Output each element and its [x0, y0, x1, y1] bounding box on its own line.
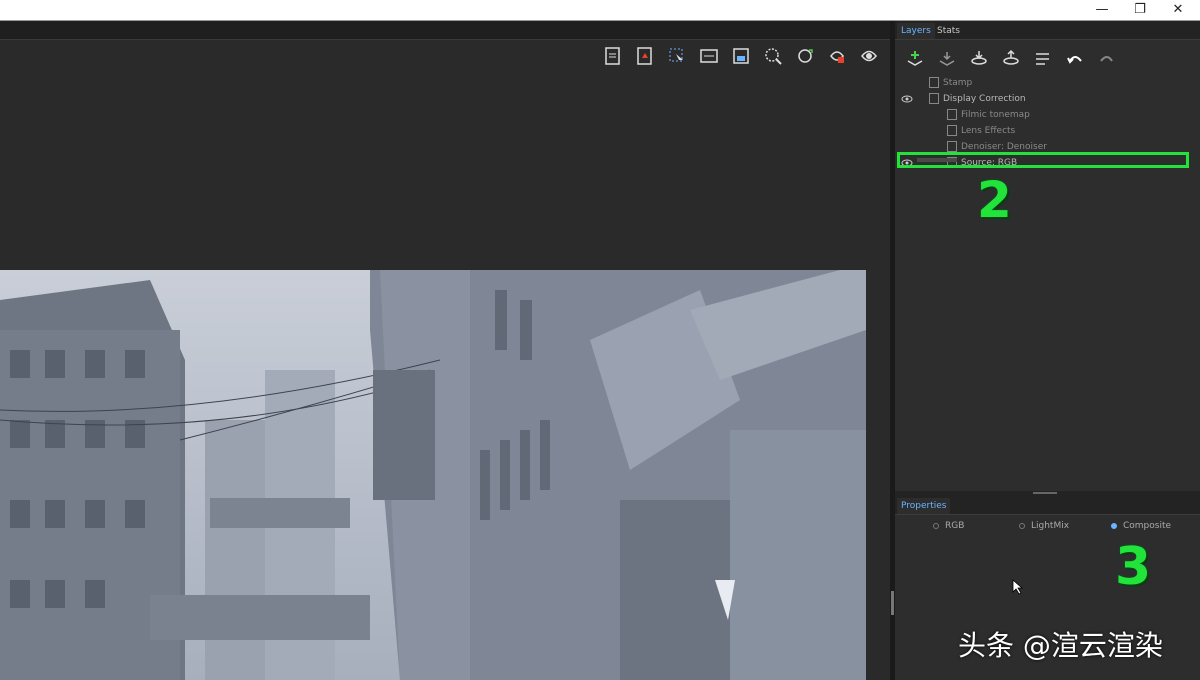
- layer-row-lens-effects[interactable]: Lens Effects: [895, 123, 1195, 139]
- render-icon[interactable]: [856, 43, 882, 69]
- viewport-toolbar: [600, 43, 882, 69]
- eye-icon[interactable]: [901, 94, 913, 104]
- radio-label: RGB: [945, 521, 965, 531]
- refresh-region-icon[interactable]: [792, 43, 818, 69]
- layers-toolbar: [903, 47, 1119, 71]
- tab-layers[interactable]: Layers: [897, 23, 935, 39]
- splitter-grip[interactable]: [891, 591, 894, 615]
- layer-row-stamp[interactable]: Stamp: [895, 75, 1195, 91]
- zoom-region-icon[interactable]: [760, 43, 786, 69]
- layers-panel: Layers Stats Stamp Display Correction Fi…: [895, 21, 1200, 680]
- load-layers-icon[interactable]: [967, 47, 991, 71]
- render-viewport: [0, 21, 890, 680]
- layer-name: Display Correction: [943, 94, 1026, 104]
- tab-stats[interactable]: Stats: [933, 23, 964, 39]
- layer-name: Stamp: [943, 78, 973, 88]
- divider-grip[interactable]: [1033, 492, 1057, 494]
- save-image-icon[interactable]: [600, 43, 626, 69]
- layer-row-filmic-tonemap[interactable]: Filmic tonemap: [895, 107, 1195, 123]
- layer-name: Filmic tonemap: [961, 110, 1030, 120]
- layer-checkbox[interactable]: [947, 109, 957, 120]
- rendered-street-image: [0, 270, 866, 680]
- layer-row-display-correction[interactable]: Display Correction: [895, 91, 1195, 107]
- layer-name: Lens Effects: [961, 126, 1016, 136]
- radio-label: Composite: [1123, 521, 1172, 531]
- radio-dot[interactable]: [1111, 523, 1117, 529]
- maximize-button[interactable]: ❐: [1120, 0, 1160, 20]
- close-button[interactable]: ✕: [1158, 0, 1198, 20]
- layer-list: Stamp Display Correction Filmic tonemap …: [895, 73, 1200, 203]
- export-pdf-icon[interactable]: [632, 43, 658, 69]
- minimize-button[interactable]: —: [1082, 0, 1122, 20]
- annotation-number-3: 3: [1115, 537, 1152, 597]
- radio-dot[interactable]: [1019, 523, 1025, 529]
- add-layer-icon[interactable]: [903, 47, 927, 71]
- list-icon[interactable]: [1031, 47, 1055, 71]
- source-radio-group: RGB LightMix Composite: [895, 521, 1200, 535]
- layer-checkbox[interactable]: [929, 93, 939, 104]
- select-region-icon[interactable]: [664, 43, 690, 69]
- window-title-bar: — ❐ ✕: [0, 0, 1200, 21]
- undo-icon[interactable]: [1063, 47, 1087, 71]
- mouse-cursor-icon: [1012, 579, 1024, 595]
- layer-checkbox[interactable]: [929, 77, 939, 88]
- annotation-number-2: 2: [977, 171, 1012, 229]
- save-preset-icon[interactable]: [999, 47, 1023, 71]
- frame-icon[interactable]: [728, 43, 754, 69]
- layer-checkbox[interactable]: [947, 141, 957, 152]
- viewport-top-strip: [0, 21, 890, 40]
- radio-composite[interactable]: Composite: [1111, 521, 1171, 531]
- radio-lightmix[interactable]: LightMix: [1019, 521, 1069, 531]
- properties-tabs: Properties: [895, 496, 1200, 515]
- highlight-box: [897, 152, 1189, 168]
- watermark-text: 头条 @渲云渲染: [958, 629, 1163, 662]
- redo-icon[interactable]: [1095, 47, 1119, 71]
- ratio-icon[interactable]: [696, 43, 722, 69]
- panel-tabs: Layers Stats: [895, 21, 1200, 40]
- tab-properties[interactable]: Properties: [897, 498, 951, 514]
- radio-rgb[interactable]: RGB: [933, 521, 964, 531]
- render-lock-icon[interactable]: [824, 43, 850, 69]
- save-layer-icon[interactable]: [935, 47, 959, 71]
- layer-checkbox[interactable]: [947, 125, 957, 136]
- radio-label: LightMix: [1031, 521, 1070, 531]
- radio-dot[interactable]: [933, 523, 939, 529]
